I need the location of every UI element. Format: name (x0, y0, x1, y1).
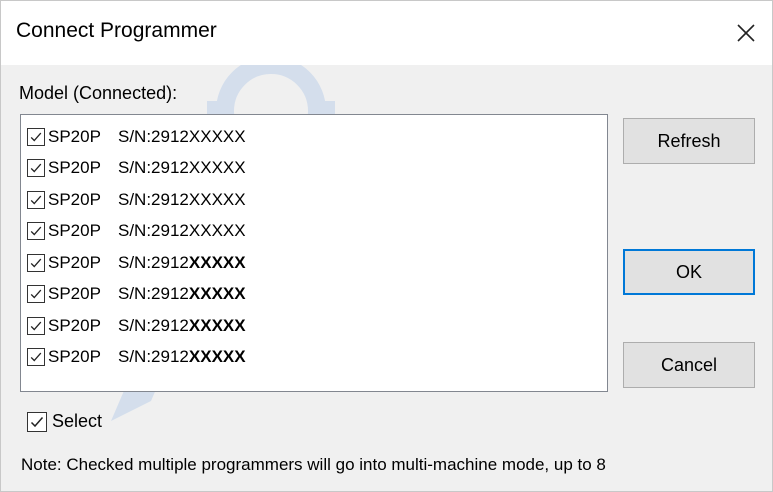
programmer-list-item[interactable]: SP20P S/N:2912 XXXXX (21, 153, 607, 185)
programmer-serial-prefix: S/N:2912 (118, 347, 189, 367)
programmer-checkbox[interactable] (27, 285, 45, 304)
programmer-serial-mask: XXXXX (188, 284, 246, 304)
programmer-checkbox[interactable] (27, 127, 45, 146)
checkmark-icon (30, 163, 42, 173)
programmer-list-item[interactable]: SP20P S/N:2912 XXXXX (21, 279, 607, 311)
programmer-checkbox[interactable] (27, 348, 45, 367)
programmer-list-item[interactable]: SP20P S/N:2912 XXXXX (21, 184, 607, 216)
programmer-checkbox[interactable] (27, 190, 45, 209)
programmer-list-item[interactable]: SP20P S/N:2912 XXXXX (21, 342, 607, 374)
programmer-serial-prefix: S/N:2912 (118, 315, 189, 335)
select-all-row[interactable]: Select (27, 411, 102, 432)
checkmark-icon (30, 352, 42, 362)
connect-programmer-dialog: Connect Programmer Model (Connected): SP… (0, 0, 773, 492)
programmer-checkbox[interactable] (27, 253, 45, 272)
programmer-checkbox[interactable] (27, 316, 45, 335)
programmer-model: SP20P (48, 221, 101, 241)
programmer-serial-mask: XXXXX (188, 189, 246, 209)
cancel-button[interactable]: Cancel (623, 342, 755, 388)
checkmark-icon (30, 226, 42, 236)
model-connected-label: Model (Connected): (19, 83, 178, 103)
programmer-serial-mask: XXXXX (188, 221, 246, 241)
programmer-serial-prefix: S/N:2912 (118, 189, 189, 209)
programmer-model: SP20P (48, 252, 101, 272)
dialog-title: Connect Programmer (16, 19, 217, 42)
programmer-list-item[interactable]: SP20P S/N:2912 XXXXX (21, 216, 607, 248)
programmer-serial-mask: XXXXX (188, 252, 246, 272)
programmer-serial-mask: XXXXX (188, 347, 246, 367)
programmer-serial-prefix: S/N:2912 (118, 284, 189, 304)
programmer-model: SP20P (48, 315, 101, 335)
programmer-serial-mask: XXXXX (188, 315, 246, 335)
select-all-label: Select (52, 411, 103, 431)
programmer-list-item[interactable]: SP20P S/N:2912 XXXXX (21, 310, 607, 342)
programmer-serial-prefix: S/N:2912 (118, 252, 189, 272)
programmer-list[interactable]: SP20P S/N:2912 XXXXX SP20P S/N:2912 XXXXX SP20… (20, 114, 608, 392)
checkmark-icon (30, 132, 42, 142)
programmer-list-item[interactable]: SP20P S/N:2912 XXXXX (21, 121, 607, 153)
checkmark-icon (30, 195, 42, 205)
checkmark-icon (30, 321, 42, 331)
close-button[interactable] (720, 7, 772, 59)
programmer-serial-mask: XXXXX (188, 126, 246, 146)
close-icon (737, 24, 755, 42)
programmer-model: SP20P (48, 158, 101, 178)
programmer-serial-mask: XXXXX (188, 158, 246, 178)
checkmark-icon (30, 416, 44, 427)
refresh-button[interactable]: Refresh (623, 118, 755, 164)
programmer-model: SP20P (48, 126, 101, 146)
multi-machine-note: Note: Checked multiple programmers will … (21, 455, 606, 474)
programmer-model: SP20P (48, 189, 101, 209)
programmer-checkbox[interactable] (27, 159, 45, 178)
ok-button[interactable]: OK (623, 249, 755, 295)
programmer-serial-prefix: S/N:2912 (118, 158, 189, 178)
select-all-checkbox[interactable] (27, 411, 47, 432)
programmer-serial-prefix: S/N:2912 (118, 126, 189, 146)
programmer-model: SP20P (48, 284, 101, 304)
programmer-checkbox[interactable] (27, 222, 45, 241)
title-bar: Connect Programmer (1, 1, 772, 65)
programmer-list-item[interactable]: SP20P S/N:2912 XXXXX (21, 247, 607, 279)
programmer-model: SP20P (48, 347, 101, 367)
checkmark-icon (30, 289, 42, 299)
checkmark-icon (30, 258, 42, 268)
programmer-serial-prefix: S/N:2912 (118, 221, 189, 241)
